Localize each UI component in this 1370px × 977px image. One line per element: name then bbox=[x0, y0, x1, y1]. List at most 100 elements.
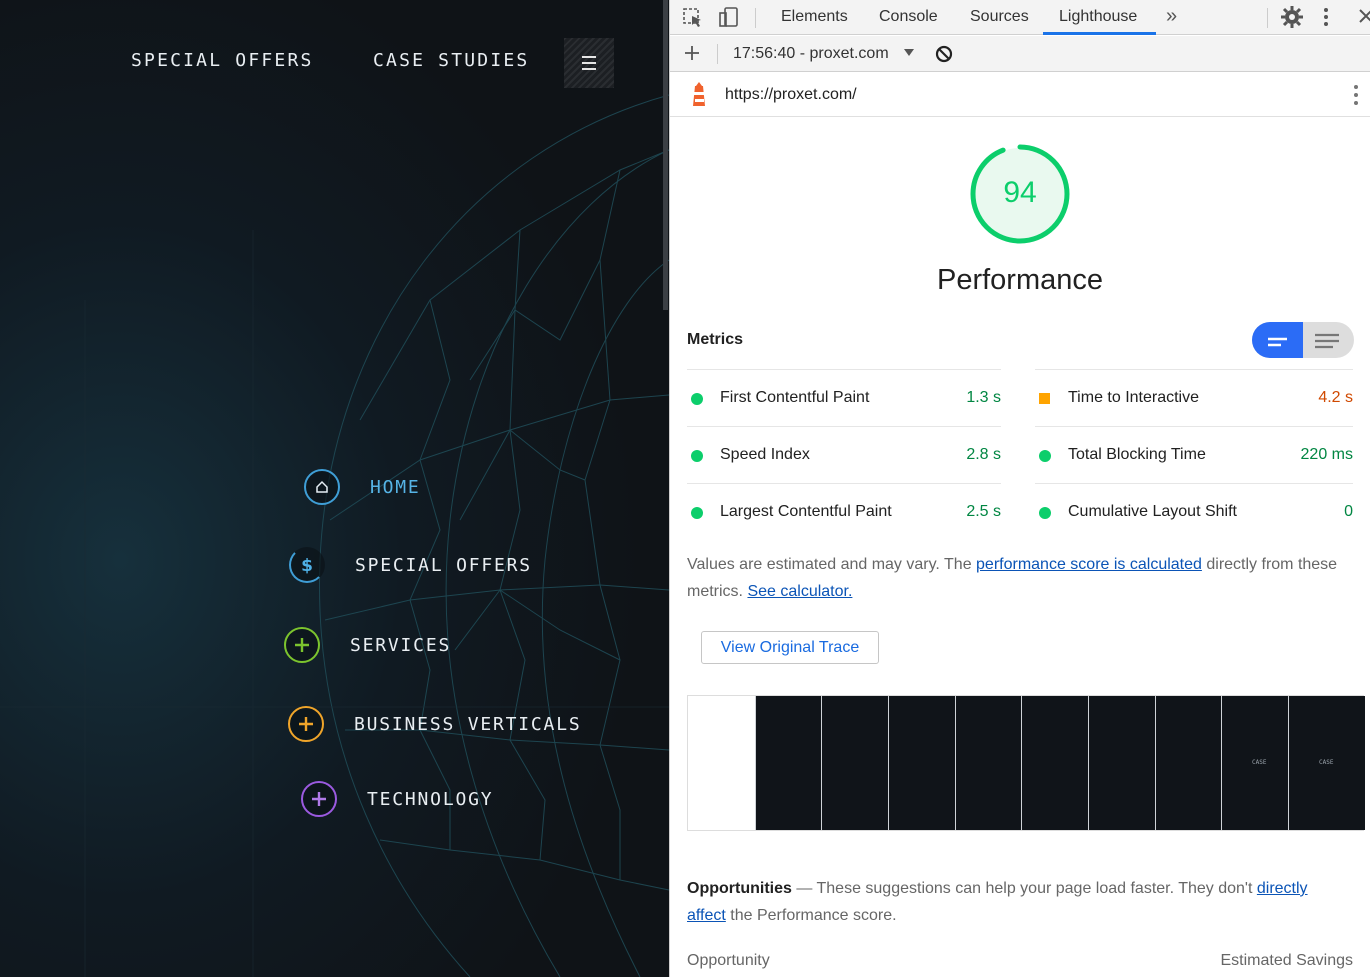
report-url: https://proxet.com/ bbox=[725, 86, 857, 103]
opportunities-text: the Performance score. bbox=[725, 907, 897, 924]
estimate-note: Values are estimated and may vary. The p… bbox=[687, 551, 1347, 605]
report-url-bar: https://proxet.com/ bbox=[670, 72, 1370, 117]
dollar-icon: $ bbox=[289, 547, 325, 583]
close-icon[interactable] bbox=[1358, 6, 1370, 31]
top-nav-special-offers[interactable]: SPECIAL OFFERS bbox=[131, 50, 314, 71]
average-indicator bbox=[1039, 393, 1050, 404]
active-tab-indicator bbox=[1043, 32, 1156, 35]
metric-name: Total Blocking Time bbox=[1068, 446, 1206, 463]
tab-lighthouse[interactable]: Lighthouse bbox=[1059, 8, 1137, 26]
clear-reports-icon[interactable] bbox=[935, 45, 953, 68]
menu-item-home[interactable]: HOME bbox=[304, 469, 421, 505]
filmstrip-frame bbox=[1021, 696, 1088, 830]
report-selector[interactable]: 17:56:40 - proxet.com bbox=[733, 45, 889, 63]
lighthouse-icon bbox=[689, 82, 709, 113]
opportunities-title: Opportunities bbox=[687, 880, 792, 897]
gear-icon[interactable] bbox=[1280, 5, 1304, 34]
pass-indicator bbox=[691, 393, 703, 405]
menu-item-label: SERVICES bbox=[350, 634, 452, 656]
plus-icon bbox=[284, 627, 320, 663]
category-title: Performance bbox=[936, 264, 1103, 296]
frame-caption: CASE bbox=[1252, 759, 1267, 766]
metric-name: First Contentful Paint bbox=[720, 389, 870, 406]
see-calculator-link[interactable]: See calculator. bbox=[747, 583, 852, 600]
metric-value: 1.3 s bbox=[966, 389, 1001, 406]
devtools-tabbar: Elements Console Sources Lighthouse » bbox=[670, 0, 1370, 35]
filmstrip-frame bbox=[688, 696, 755, 830]
menu-item-label: TECHNOLOGY bbox=[367, 788, 494, 810]
tab-elements[interactable]: Elements bbox=[781, 8, 848, 26]
view-original-trace-button[interactable]: View Original Trace bbox=[701, 631, 879, 664]
menu-item-services[interactable]: SERVICES bbox=[284, 627, 451, 663]
metric-first-contentful-paint: First Contentful Paint 1.3 s bbox=[687, 369, 1001, 426]
website-viewport: SPECIAL OFFERS CASE STUDIES HOME $ SPECI… bbox=[0, 0, 669, 977]
estimated-savings-column-header: Estimated Savings bbox=[1220, 952, 1353, 969]
hamburger-menu-button[interactable] bbox=[564, 38, 614, 88]
note-text: Values are estimated and may vary. The bbox=[687, 556, 977, 573]
filmstrip-frame bbox=[888, 696, 955, 830]
metric-speed-index: Speed Index 2.8 s bbox=[687, 426, 1001, 483]
score-calculated-link[interactable]: performance score is calculated bbox=[976, 556, 1202, 573]
metrics-view-toggle bbox=[1252, 322, 1354, 358]
frame-caption: CASE bbox=[1319, 759, 1334, 766]
tab-sources[interactable]: Sources bbox=[970, 8, 1029, 26]
svg-text:$: $ bbox=[301, 556, 313, 574]
kebab-menu-icon[interactable] bbox=[1323, 7, 1329, 32]
metric-value: 2.8 s bbox=[966, 446, 1001, 463]
filmstrip-frame bbox=[755, 696, 822, 830]
divider bbox=[755, 8, 756, 28]
divider bbox=[717, 44, 718, 64]
metric-name: Cumulative Layout Shift bbox=[1068, 503, 1237, 520]
inspect-element-icon[interactable] bbox=[682, 7, 704, 34]
kebab-menu-icon[interactable] bbox=[1353, 84, 1359, 111]
filmstrip-frame: CASE bbox=[1221, 696, 1288, 830]
tab-console[interactable]: Console bbox=[879, 8, 938, 26]
pass-indicator bbox=[1039, 450, 1051, 462]
compact-view-button[interactable] bbox=[1252, 322, 1303, 358]
menu-item-label: SPECIAL OFFERS bbox=[355, 554, 532, 576]
filmstrip-frame bbox=[1155, 696, 1222, 830]
filmstrip: CASE CASE bbox=[687, 695, 1365, 831]
metric-largest-contentful-paint: Largest Contentful Paint 2.5 s bbox=[687, 483, 1001, 540]
expanded-view-button[interactable] bbox=[1303, 322, 1354, 358]
divider bbox=[1267, 8, 1268, 28]
plus-icon bbox=[301, 781, 337, 817]
metric-value: 0 bbox=[1344, 503, 1353, 520]
metrics-heading: Metrics bbox=[687, 331, 744, 348]
opportunity-column-header: Opportunity bbox=[687, 952, 770, 969]
metric-value: 4.2 s bbox=[1318, 389, 1353, 406]
menu-item-label: HOME bbox=[370, 476, 421, 498]
filmstrip-frame: CASE bbox=[1288, 696, 1365, 830]
new-report-plus-icon[interactable] bbox=[683, 44, 701, 67]
menu-item-special-offers[interactable]: $ SPECIAL OFFERS bbox=[289, 547, 532, 583]
page-scrollbar[interactable] bbox=[663, 0, 668, 310]
metric-total-blocking-time: Total Blocking Time 220 ms bbox=[1035, 426, 1353, 483]
lighthouse-report: 94 Performance Metrics First Contentful … bbox=[670, 118, 1370, 977]
pass-indicator bbox=[691, 507, 703, 519]
menu-item-technology[interactable]: TECHNOLOGY bbox=[301, 781, 493, 817]
opportunities-text: — These suggestions can help your page l… bbox=[791, 880, 1257, 897]
device-toolbar-icon[interactable] bbox=[718, 6, 740, 33]
metric-cumulative-layout-shift: Cumulative Layout Shift 0 bbox=[1035, 483, 1353, 540]
metric-name: Time to Interactive bbox=[1068, 389, 1200, 406]
filmstrip-frame bbox=[821, 696, 888, 830]
filmstrip-frame bbox=[955, 696, 1022, 830]
more-tabs-icon[interactable]: » bbox=[1166, 5, 1177, 28]
plus-icon bbox=[288, 706, 324, 742]
filmstrip-frame bbox=[1088, 696, 1155, 830]
metric-time-to-interactive: Time to Interactive 4.2 s bbox=[1035, 369, 1353, 426]
devtools-panel: Elements Console Sources Lighthouse » 17… bbox=[669, 0, 1370, 977]
pass-indicator bbox=[691, 450, 703, 462]
metric-value: 220 ms bbox=[1300, 446, 1353, 463]
home-icon bbox=[304, 469, 340, 505]
lighthouse-toolbar: 17:56:40 - proxet.com bbox=[670, 36, 1370, 72]
menu-item-business-verticals[interactable]: BUSINESS VERTICALS bbox=[288, 706, 581, 742]
performance-score: 94 bbox=[1003, 176, 1037, 209]
menu-item-label: BUSINESS VERTICALS bbox=[354, 713, 582, 735]
metric-value: 2.5 s bbox=[966, 503, 1001, 520]
chevron-down-icon[interactable] bbox=[903, 45, 915, 63]
pass-indicator bbox=[1039, 507, 1051, 519]
metric-name: Speed Index bbox=[720, 446, 810, 463]
metric-name: Largest Contentful Paint bbox=[720, 503, 892, 520]
top-nav-case-studies[interactable]: CASE STUDIES bbox=[373, 50, 529, 71]
